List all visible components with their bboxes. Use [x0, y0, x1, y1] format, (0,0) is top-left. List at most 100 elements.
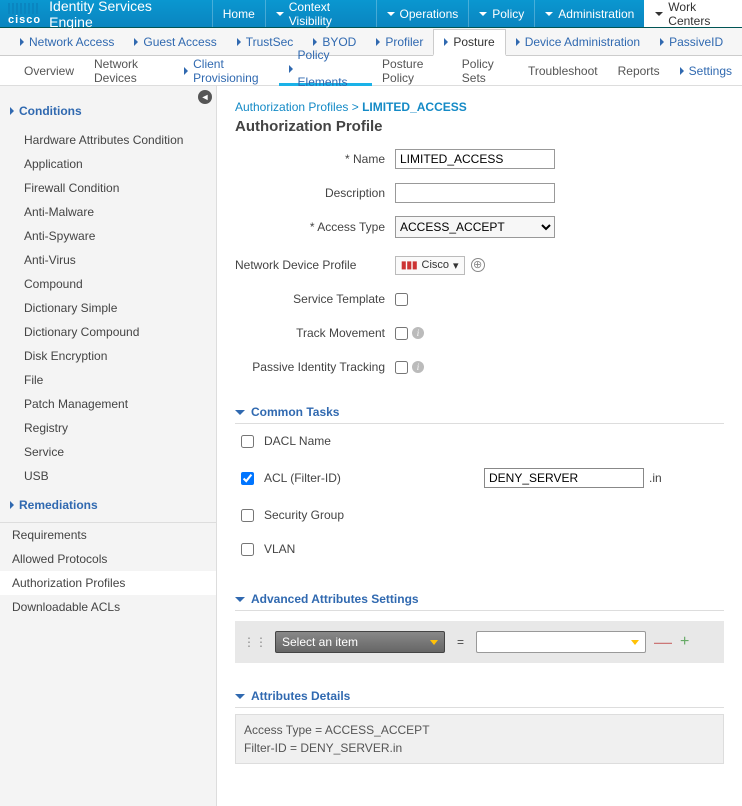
checkbox-dacl[interactable]: [241, 435, 254, 448]
top-tabs: Home Context Visibility Operations Polic…: [212, 0, 742, 27]
collapse-icon: [235, 410, 245, 415]
section-details[interactable]: Attributes Details: [235, 689, 724, 708]
sidebar: ◄ Conditions Hardware Attributes Conditi…: [0, 86, 217, 806]
cond-registry[interactable]: Registry: [0, 416, 216, 440]
caret-right-icon: [184, 67, 188, 75]
cond-anti-spyware[interactable]: Anti-Spyware: [0, 224, 216, 248]
caret-down-icon: [276, 12, 284, 16]
add-ndp-icon[interactable]: ⊕: [471, 258, 485, 272]
top-bar: cisco Identity Services Engine Home Cont…: [0, 0, 742, 28]
sub-profiler[interactable]: Profiler: [366, 35, 433, 49]
cond-dict-compound[interactable]: Dictionary Compound: [0, 320, 216, 344]
cond-application[interactable]: Application: [0, 152, 216, 176]
dropdown-icon: [631, 640, 639, 645]
tert-client-provisioning[interactable]: Client Provisioning: [174, 57, 278, 85]
cond-anti-virus[interactable]: Anti-Virus: [0, 248, 216, 272]
tab-policy[interactable]: Policy: [468, 0, 534, 27]
label-access-type: Access Type: [235, 220, 395, 234]
detail-line: Filter-ID = DENY_SERVER.in: [244, 739, 715, 757]
cond-disk-enc[interactable]: Disk Encryption: [0, 344, 216, 368]
tert-policy-sets[interactable]: Policy Sets: [452, 57, 518, 85]
input-acl-value[interactable]: [484, 468, 644, 488]
breadcrumb-parent[interactable]: Authorization Profiles: [235, 100, 348, 114]
section-common-tasks[interactable]: Common Tasks: [235, 405, 724, 424]
sub-posture[interactable]: Posture: [433, 29, 505, 56]
collapse-sidebar-icon[interactable]: ◄: [198, 90, 212, 104]
collapse-icon: [235, 694, 245, 699]
cond-service[interactable]: Service: [0, 440, 216, 464]
tab-administration[interactable]: Administration: [534, 0, 644, 27]
sub-passiveid[interactable]: PassiveID: [650, 35, 733, 49]
checkbox-passive-identity[interactable]: [395, 361, 408, 374]
tert-posture-policy[interactable]: Posture Policy: [372, 57, 452, 85]
detail-line: Access Type = ACCESS_ACCEPT: [244, 721, 715, 739]
cond-firewall[interactable]: Firewall Condition: [0, 176, 216, 200]
sidebar-authorization-profiles[interactable]: Authorization Profiles: [0, 571, 216, 595]
sub-network-access[interactable]: Network Access: [10, 35, 124, 49]
input-name[interactable]: [395, 149, 555, 169]
cond-file[interactable]: File: [0, 368, 216, 392]
app-title: Identity Services Engine: [49, 0, 212, 30]
tab-operations[interactable]: Operations: [376, 0, 469, 27]
add-row-icon[interactable]: +: [680, 633, 689, 651]
cond-usb[interactable]: USB: [0, 464, 216, 488]
caret-down-icon: [545, 12, 553, 16]
tert-reports[interactable]: Reports: [608, 64, 670, 78]
info-icon[interactable]: i: [412, 361, 424, 373]
tab-context-visibility[interactable]: Context Visibility: [265, 0, 376, 27]
task-dacl: DACL Name: [235, 424, 724, 458]
checkbox-security-group[interactable]: [241, 509, 254, 522]
label-service-template: Service Template: [235, 292, 395, 306]
caret-right-icon: [289, 65, 293, 73]
tert-overview[interactable]: Overview: [14, 64, 84, 78]
content: Authorization Profiles > LIMITED_ACCESS …: [217, 86, 742, 806]
cond-dict-simple[interactable]: Dictionary Simple: [0, 296, 216, 320]
ndp-select[interactable]: ▮▮▮Cisco▾: [395, 256, 465, 275]
caret-right-icon: [376, 38, 380, 46]
cond-compound[interactable]: Compound: [0, 272, 216, 296]
combo-attr-name[interactable]: Select an item: [275, 631, 445, 653]
sidebar-section-remediations[interactable]: Remediations: [0, 492, 216, 518]
sidebar-requirements[interactable]: Requirements: [0, 523, 216, 547]
caret-right-icon: [10, 501, 14, 509]
caret-right-icon: [10, 107, 14, 115]
caret-right-icon: [516, 38, 520, 46]
caret-right-icon: [660, 38, 664, 46]
cond-anti-malware[interactable]: Anti-Malware: [0, 200, 216, 224]
tab-home[interactable]: Home: [212, 0, 265, 27]
tert-settings[interactable]: Settings: [670, 64, 742, 78]
remove-row-icon[interactable]: —: [654, 632, 672, 653]
breadcrumb: Authorization Profiles > LIMITED_ACCESS: [235, 100, 724, 114]
section-advanced[interactable]: Advanced Attributes Settings: [235, 592, 724, 611]
caret-right-icon: [134, 38, 138, 46]
info-icon[interactable]: i: [412, 327, 424, 339]
sidebar-downloadable-acls[interactable]: Downloadable ACLs: [0, 595, 216, 619]
cond-patch-mgmt[interactable]: Patch Management: [0, 392, 216, 416]
input-description[interactable]: [395, 183, 555, 203]
sub-device-admin[interactable]: Device Administration: [506, 35, 650, 49]
checkbox-acl[interactable]: [241, 472, 254, 485]
checkbox-service-template[interactable]: [395, 293, 408, 306]
task-vlan: VLAN: [235, 532, 724, 566]
checkbox-track-movement[interactable]: [395, 327, 408, 340]
tert-troubleshoot[interactable]: Troubleshoot: [518, 64, 608, 78]
caret-right-icon: [237, 38, 241, 46]
tert-tabs: Overview Network Devices Client Provisio…: [0, 56, 742, 86]
checkbox-vlan[interactable]: [241, 543, 254, 556]
combo-attr-value[interactable]: [476, 631, 646, 653]
label-description: Description: [235, 186, 395, 200]
cond-hardware[interactable]: Hardware Attributes Condition: [0, 128, 216, 152]
tab-work-centers[interactable]: Work Centers: [644, 0, 742, 27]
caret-right-icon: [20, 38, 24, 46]
page-title: Authorization Profile: [235, 118, 724, 135]
sidebar-section-conditions[interactable]: Conditions: [0, 98, 216, 124]
select-access-type[interactable]: ACCESS_ACCEPT: [395, 216, 555, 238]
tert-network-devices[interactable]: Network Devices: [84, 57, 174, 85]
sub-trustsec[interactable]: TrustSec: [227, 35, 304, 49]
sidebar-allowed-protocols[interactable]: Allowed Protocols: [0, 547, 216, 571]
tert-policy-elements[interactable]: Policy Elements: [279, 56, 373, 86]
label-ndp: Network Device Profile: [235, 258, 395, 272]
breadcrumb-current: LIMITED_ACCESS: [362, 100, 467, 114]
conditions-list: Hardware Attributes Condition Applicatio…: [0, 124, 216, 492]
sub-guest-access[interactable]: Guest Access: [124, 35, 226, 49]
